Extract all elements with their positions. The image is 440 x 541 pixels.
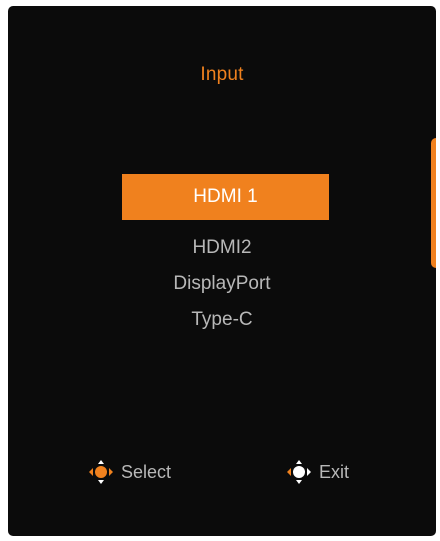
exit-label: Exit xyxy=(319,461,350,482)
menu-item-hdmi1[interactable]: HDMI 1 xyxy=(122,174,329,220)
select-hint[interactable]: Select xyxy=(88,459,171,485)
osd-panel: Input HDMI 1 HDMI2 DisplayPort Type-C Se… xyxy=(8,6,436,536)
joystick-select-icon xyxy=(89,460,113,484)
select-label: Select xyxy=(121,461,172,482)
page-title: Input xyxy=(200,64,244,85)
exit-hint[interactable]: Exit xyxy=(286,459,349,485)
joystick-exit-icon xyxy=(287,460,311,484)
menu-item-type-c[interactable]: Type-C xyxy=(8,298,436,342)
